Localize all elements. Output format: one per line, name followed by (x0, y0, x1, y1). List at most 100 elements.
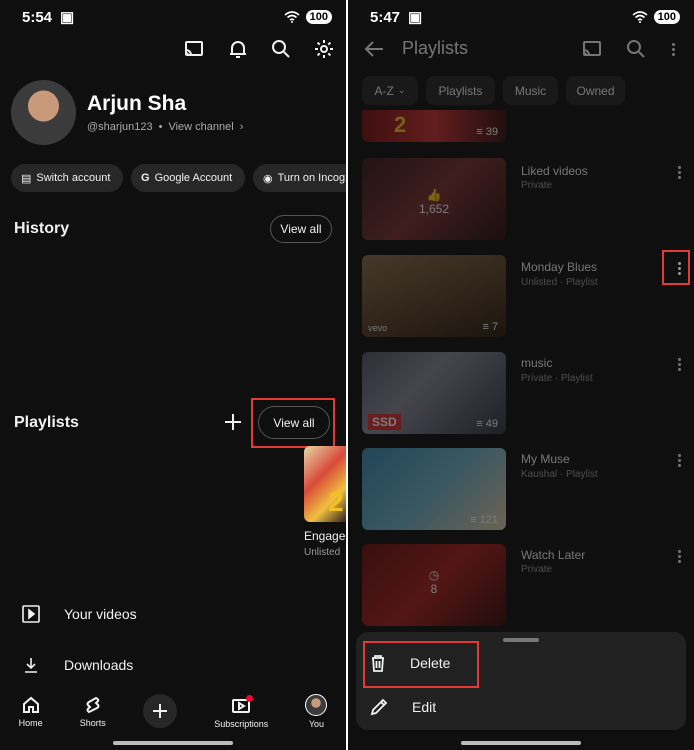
watch-later-count: ◷ 8 (362, 568, 506, 596)
downloads-label: Downloads (64, 657, 134, 673)
chevron-down-icon: ⌄ (397, 85, 406, 95)
playlist-title[interactable]: music (521, 356, 552, 370)
switch-account-chip[interactable]: ▤ Switch account (11, 164, 123, 192)
video-count: ≡ 39 (476, 126, 498, 138)
history-view-all-button[interactable]: View all (270, 215, 332, 243)
liked-count-value: 1,652 (418, 202, 450, 216)
sort-chip[interactable]: A-Z ⌄ (362, 76, 418, 105)
playlist-menu-icon[interactable] (672, 451, 686, 469)
create-icon (143, 694, 177, 728)
google-icon: G (141, 172, 150, 184)
back-arrow-icon[interactable] (362, 37, 386, 61)
battery-indicator: 100 (653, 10, 680, 24)
playlist-title[interactable]: My Muse (521, 452, 570, 466)
cast-icon[interactable] (182, 37, 206, 61)
your-videos-item[interactable]: Your videos (22, 605, 137, 623)
playlist-title[interactable]: Liked videos (521, 164, 588, 178)
shorts-icon (86, 696, 100, 713)
video-count: ≡ 7 (482, 321, 498, 333)
nav-subscriptions[interactable]: Subscriptions (214, 694, 268, 729)
chip-label: Google Account (154, 172, 233, 184)
more-options-icon[interactable] (666, 40, 680, 58)
home-indicator (461, 741, 581, 745)
playlist-menu-icon[interactable] (672, 547, 686, 565)
wifi-icon (284, 11, 300, 23)
settings-icon[interactable] (312, 37, 336, 61)
nav-subscriptions-label: Subscriptions (214, 718, 269, 729)
nav-shorts[interactable]: Shorts (80, 695, 106, 728)
chip-label: Switch account (36, 172, 111, 184)
playlist-sub: Unlisted · Playlist (521, 277, 598, 288)
search-icon[interactable] (624, 37, 648, 61)
profile-meta: @sharjun123 • View channel › (87, 121, 243, 133)
downloads-item[interactable]: Downloads (22, 656, 133, 674)
header-title: Playlists (402, 38, 469, 58)
count-value: 39 (485, 126, 498, 138)
incognito-chip[interactable]: ◉ Turn on Incog (253, 164, 346, 192)
meta-separator: • (158, 121, 163, 133)
status-time: 5:47 (370, 8, 401, 26)
vevo-logo: vevo (368, 323, 388, 333)
incognito-icon: ◉ (263, 172, 273, 185)
nav-you[interactable]: You (305, 693, 328, 729)
playlist-thumbnail[interactable]: 👍 1,652 (362, 158, 506, 240)
playlist-thumbnail[interactable]: vevo ≡ 7 (362, 255, 506, 337)
chip-label: Turn on Incog (277, 172, 346, 184)
pencil-icon (370, 698, 388, 716)
status-bar: 5:54 ▣ 100 (0, 0, 346, 34)
thumbnail-art-text: 2 (328, 486, 344, 517)
notification-dot (246, 694, 254, 702)
chevron-right-icon: › (239, 121, 244, 133)
download-icon (25, 658, 37, 673)
playlist-title[interactable]: Watch Later (521, 548, 585, 562)
avatar[interactable] (11, 80, 76, 145)
playlist-preview-thumbnail[interactable]: 2 (304, 446, 346, 522)
history-title: History (14, 220, 70, 237)
like-count: 👍 1,652 (362, 188, 506, 216)
highlight-box (662, 250, 690, 285)
highlight-box (363, 641, 479, 688)
ssd-label: SSD (368, 414, 401, 430)
your-videos-icon (22, 605, 40, 623)
playlist-thumbnail[interactable]: ≡ 121 (362, 448, 506, 530)
nav-home[interactable]: Home (19, 695, 43, 728)
video-count: ≡ 121 (470, 514, 498, 526)
filter-music-chip[interactable]: Music (503, 76, 558, 105)
sheet-handle[interactable] (503, 638, 539, 642)
playlist-thumbnail[interactable]: 2 ≡ 39 (362, 110, 506, 142)
playlist-sub: Private (521, 180, 553, 191)
playlist-menu-icon[interactable] (672, 355, 686, 373)
playlist-icon: ≡ (470, 514, 477, 526)
nav-home-label: Home (18, 717, 43, 728)
edit-option[interactable]: Edit (370, 698, 436, 716)
you-avatar (305, 693, 328, 716)
filter-playlists-chip[interactable]: Playlists (426, 76, 495, 105)
screen-record-icon: ▣ (60, 9, 75, 26)
nav-create[interactable] (143, 694, 177, 728)
playlist-menu-icon[interactable] (672, 163, 686, 181)
playlist-preview-title: Engage (304, 529, 346, 543)
filter-owned-chip[interactable]: Owned (566, 76, 625, 105)
playlist-thumbnail[interactable]: SSD ≡ 49 (362, 352, 506, 434)
status-bar: 5:47 ▣ 100 (348, 0, 694, 34)
playlist-preview-sub: Unlisted (304, 547, 341, 558)
clock-icon: ◷ (428, 568, 440, 582)
search-icon[interactable] (269, 37, 293, 61)
left-screen: 5:54 ▣ 100 Arjun Sha @sharjun123 • View … (0, 0, 346, 750)
add-playlist-icon[interactable] (222, 411, 244, 433)
edit-label: Edit (412, 699, 437, 715)
right-screen: 5:47 ▣ 100 Playlists A-Z ⌄ Playlists Mus… (348, 0, 694, 750)
playlist-sub: Private · Playlist (521, 373, 593, 384)
video-count: ≡ 49 (476, 418, 498, 430)
switch-account-icon: ▤ (21, 172, 32, 185)
nav-you-label: You (308, 718, 324, 729)
playlist-thumbnail[interactable]: ◷ 8 (362, 544, 506, 626)
watch-later-count-value: 8 (430, 582, 438, 596)
google-account-chip[interactable]: G Google Account (131, 164, 245, 192)
notifications-icon[interactable] (226, 37, 250, 61)
cast-icon[interactable] (580, 37, 604, 61)
playlist-title[interactable]: Monday Blues (521, 260, 597, 274)
view-channel-link[interactable]: View channel (168, 121, 233, 133)
highlight-box (251, 398, 335, 448)
count-value: 7 (491, 321, 498, 333)
